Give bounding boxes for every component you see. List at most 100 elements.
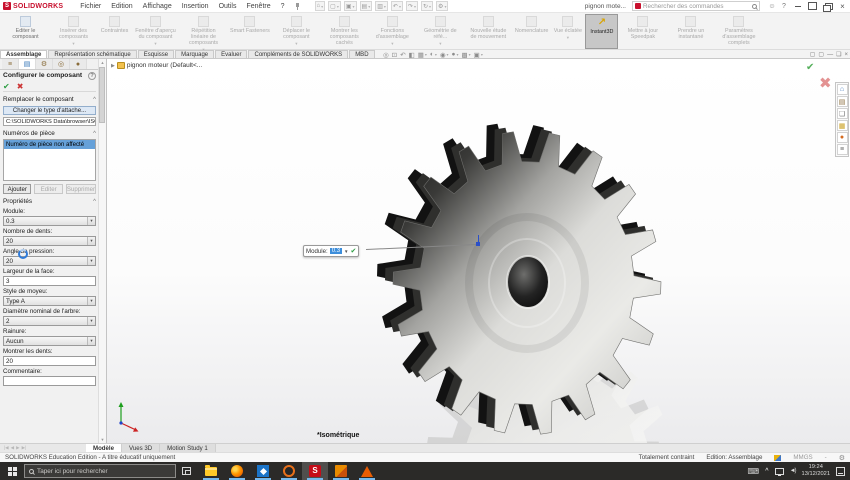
hide-show-items-icon[interactable]: ◉ ▾ [440,51,449,59]
menu-fen-tre[interactable]: Fenêtre [241,3,275,10]
part-number-list-item[interactable]: Numéro de pièce non affecté [4,140,95,149]
displaymanager-tab[interactable]: ● [70,59,87,69]
undo-icon[interactable]: ↶ ▾ [390,1,403,11]
menu-affichage[interactable]: Affichage [138,3,177,10]
input-montrer-les-dents[interactable]: 20 [3,356,96,366]
callout-dropdown-icon[interactable]: ▼ [344,249,348,254]
ribbon-caret-12[interactable]: ▾ [567,35,569,40]
scrollbar-thumb[interactable] [99,67,105,123]
ribbon-caret-8[interactable]: ▾ [391,41,393,46]
task-view-button[interactable] [176,462,196,480]
doc-tab-vues-3d[interactable]: Vues 3D [122,444,161,452]
print-icon[interactable]: ▥ ▾ [375,1,388,11]
doc-minimize-button[interactable]: — [827,52,833,58]
open-icon[interactable]: ▣ ▾ [343,1,357,11]
ok-check-icon[interactable]: ✔ [3,82,10,91]
ribbon-caret-3[interactable]: ▾ [154,41,156,46]
taskbar-app-photos[interactable] [250,462,276,480]
tab-nav-prev-icon[interactable]: ◀ [11,445,14,451]
file-explorer-icon[interactable]: ❏ [836,108,848,119]
view-settings-icon[interactable]: ▣ ▾ [474,51,483,59]
tab-nav-arrows[interactable]: |◀ ◀ ▶ ▶| [0,444,86,452]
cancel-x-icon-large[interactable]: ✖ [819,74,832,92]
rebuild-icon[interactable]: ↻ ▾ [421,1,434,11]
help-icon[interactable]: ? [778,3,790,10]
options-icon[interactable]: ⚙ ▾ [436,1,449,11]
doc-tab-motion-study-1[interactable]: Motion Study 1 [160,444,216,452]
units-indicator[interactable]: MMGS [793,454,812,461]
pin-icon[interactable] [293,2,301,10]
minimize-button[interactable] [790,0,805,12]
tab-repr-sentation-sch-matique[interactable]: Représentation schématique [48,50,137,58]
dropdown-arrow-icon[interactable]: ▾ [87,237,95,245]
panel-scrollbar[interactable]: ▲ ▼ [98,59,106,443]
start-button[interactable] [0,462,24,480]
taskbar-app-solidworks[interactable]: S [302,462,328,480]
display-tray-icon[interactable] [774,467,784,476]
panel-help-icon[interactable]: ? [88,71,96,80]
dropdown-arrow-icon[interactable]: ▾ [87,337,95,345]
dropdown-nombre-de-dents[interactable]: 20 ▾ [3,236,96,246]
status-gear-icon[interactable]: ⚙ [839,454,845,462]
volume-icon[interactable]: ◄) [790,468,797,474]
home-icon[interactable]: ⌂ [836,84,848,95]
close-button[interactable]: × [835,0,850,12]
tab-nav-last-icon[interactable]: ▶| [22,445,27,451]
doc-window-icon[interactable]: ▢ [810,51,816,58]
menu-edition[interactable]: Edition [106,3,137,10]
tab-nav-next-icon[interactable]: ▶ [16,445,19,451]
change-fastener-type-button[interactable]: Changer le type d'attache... [3,106,96,115]
callout-check-icon[interactable]: ✔ [351,247,357,255]
graphics-viewport[interactable]: ▶ pignon moteur (Default<... ✔ ✖ ⌂ ▤ ❏ ▦ ● ≡ … [107,59,850,443]
taskbar-app-firefox[interactable] [224,462,250,480]
dropdown-angle-de-pression[interactable]: 20 ▾ [3,256,96,266]
menu-[interactable]: ? [276,3,290,10]
edit-appearance-icon-caret[interactable]: ▾ [456,52,458,57]
tab-nav-first-icon[interactable]: |◀ [4,445,9,451]
ribbon-caret-6[interactable]: ▾ [295,41,297,46]
taskbar-app-media-player[interactable] [276,462,302,480]
taskbar-search-input[interactable]: Taper ici pour rechercher [24,464,176,478]
cancel-x-icon[interactable]: ✖ [17,82,24,91]
dropdown-module[interactable]: 0.3 ▾ [3,216,96,226]
featuremanager-tab[interactable]: ≡ [2,59,19,69]
design-library-icon[interactable]: ▤ [836,96,848,107]
hidden-icons-chevron[interactable]: ^ [765,468,769,474]
doc-tab-mod-le[interactable]: Modèle [86,444,122,452]
view-settings-icon-caret[interactable]: ▾ [481,52,483,57]
section-view-icon[interactable]: ◧ [409,51,415,59]
restore-button[interactable] [820,0,835,12]
doc-restore-button[interactable]: ❏ [836,51,841,58]
dropdown-diam-tre-nominal-de-l-arbre[interactable]: 2 ▾ [3,316,96,326]
command-search-input[interactable]: Rechercher des commandes [632,1,760,11]
tab-evaluer[interactable]: Evaluer [215,50,248,58]
custom-properties-icon[interactable]: ≡ [836,144,848,155]
redo-icon[interactable]: ↷ ▾ [405,1,418,11]
appearances-icon[interactable]: ● [836,132,848,143]
input-commentaire[interactable] [3,376,96,386]
feature-tree-root[interactable]: ▶ pignon moteur (Default<... [111,62,202,69]
dropdown-style-de-moyeu[interactable]: Type A ▾ [3,296,96,306]
layout-button[interactable] [805,0,820,12]
input-largeur-de-la-face[interactable]: 3 [3,276,96,286]
view-orientation-icon-caret[interactable]: ▾ [425,52,427,57]
tree-root-label[interactable]: pignon moteur (Default<... [127,62,202,69]
component-path-field[interactable]: C:\SOLIDWORKS Data\browser\ISO\po [3,117,96,126]
scroll-down-icon[interactable]: ▼ [101,437,105,442]
confirm-check-icon[interactable]: ✔ [806,62,814,73]
ribbon-caret-9[interactable]: ▾ [439,41,441,46]
ribbon-button-instant3d[interactable]: ↗ Instant3D [585,14,619,49]
hide-show-items-icon-caret[interactable]: ▾ [447,52,449,57]
tab-assemblage[interactable]: Assemblage [0,50,48,58]
dropdown-arrow-icon[interactable]: ▾ [87,317,95,325]
dropdown-rainure[interactable]: Aucun ▾ [3,336,96,346]
previous-view-icon[interactable]: ↶ [400,51,405,59]
dropdown-arrow-icon[interactable]: ▾ [87,217,95,225]
menu-fichier[interactable]: Fichier [75,3,106,10]
add-button[interactable]: Ajouter [3,184,32,194]
search-icon[interactable] [752,3,757,9]
touch-keyboard-icon[interactable]: ⌨ [748,467,760,476]
menu-outils[interactable]: Outils [214,3,242,10]
ribbon-caret-1[interactable]: ▾ [72,41,74,46]
apply-scene-icon-caret[interactable]: ▾ [469,52,471,57]
